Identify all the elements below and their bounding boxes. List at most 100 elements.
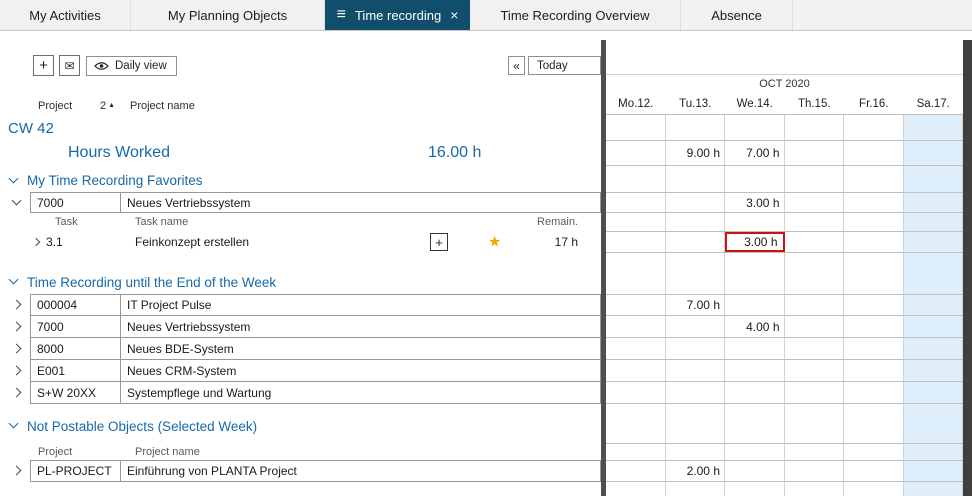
expand-row-icon[interactable] — [12, 322, 22, 332]
day-cell[interactable] — [844, 141, 904, 165]
day-cell[interactable] — [844, 232, 904, 252]
day-cell[interactable] — [606, 461, 666, 481]
day-cell[interactable] — [606, 382, 666, 403]
menu-icon[interactable]: ≡ — [337, 7, 346, 23]
day-cell[interactable] — [606, 193, 666, 212]
day-cell[interactable] — [844, 193, 904, 212]
day-cell[interactable] — [904, 193, 964, 212]
day-cell[interactable] — [785, 338, 845, 359]
task-id[interactable]: 3.1 — [46, 231, 63, 253]
previous-week-button[interactable]: « — [508, 56, 525, 75]
project-name-cell[interactable]: Neues Vertriebssystem — [121, 316, 601, 338]
day-cell[interactable] — [785, 141, 845, 165]
add-button[interactable]: + — [33, 55, 54, 76]
day-cell[interactable] — [666, 193, 726, 212]
daily-view-button[interactable]: Daily view — [86, 56, 177, 76]
tab-time-recording[interactable]: ≡ Time recording × — [325, 0, 470, 30]
task-name[interactable]: Feinkonzept erstellen — [135, 231, 249, 253]
day-cell[interactable] — [606, 141, 666, 165]
day-cell[interactable] — [904, 461, 964, 481]
project-name-cell[interactable]: IT Project Pulse — [121, 294, 601, 316]
project-id-cell[interactable]: 8000 — [30, 338, 121, 360]
project-name-cell[interactable]: Systempflege und Wartung — [121, 382, 601, 404]
project-id-cell[interactable]: 7000 — [30, 316, 121, 338]
day-cell[interactable] — [844, 461, 904, 481]
day-cell[interactable] — [785, 316, 845, 337]
day-cell[interactable] — [725, 360, 785, 381]
day-cell[interactable] — [785, 382, 845, 403]
day-cell[interactable] — [785, 232, 845, 252]
project-id-cell[interactable]: PL-PROJECT — [30, 460, 121, 482]
add-entry-button[interactable]: + — [430, 233, 448, 251]
day-cell[interactable] — [904, 295, 964, 315]
day-cell[interactable] — [725, 382, 785, 403]
day-header[interactable]: Sa.17. — [904, 95, 964, 114]
collapse-row-icon[interactable] — [12, 195, 22, 205]
tab-absence[interactable]: Absence — [681, 0, 793, 30]
day-cell[interactable] — [606, 338, 666, 359]
collapse-section-icon[interactable] — [9, 419, 19, 429]
day-cell[interactable] — [785, 193, 845, 212]
day-header[interactable]: Tu.13. — [666, 95, 726, 114]
project-row[interactable]: S+W 20XX Systempflege und Wartung — [0, 382, 972, 404]
day-cell[interactable]: 2.00 h — [666, 461, 726, 481]
project-row[interactable]: E001 Neues CRM-System — [0, 360, 972, 382]
close-tab-icon[interactable]: × — [450, 8, 458, 22]
day-cell[interactable] — [904, 338, 964, 359]
project-id-cell[interactable]: E001 — [30, 360, 121, 382]
day-cell[interactable] — [785, 461, 845, 481]
day-cell[interactable] — [904, 141, 964, 165]
expand-row-icon[interactable] — [12, 366, 22, 376]
day-cell[interactable] — [904, 360, 964, 381]
day-cell[interactable] — [666, 382, 726, 403]
day-cell[interactable] — [844, 360, 904, 381]
day-header[interactable]: We.14. — [725, 95, 785, 114]
project-id-cell[interactable]: S+W 20XX — [30, 382, 121, 404]
day-cell[interactable]: 7.00 h — [725, 141, 785, 165]
day-cell[interactable] — [606, 316, 666, 337]
project-row[interactable]: 7000 Neues Vertriebssystem 4.00 h — [0, 316, 972, 338]
day-cell[interactable] — [606, 232, 666, 252]
expand-row-icon[interactable] — [12, 300, 22, 310]
day-cell[interactable] — [904, 382, 964, 403]
project-name-cell[interactable]: Neues Vertriebssystem — [121, 192, 601, 213]
day-cell[interactable] — [904, 232, 964, 252]
project-id-cell[interactable]: 7000 — [30, 192, 121, 213]
day-header[interactable]: Fr.16. — [844, 95, 904, 114]
day-cell[interactable] — [725, 461, 785, 481]
collapse-section-icon[interactable] — [9, 173, 19, 183]
project-name-cell[interactable]: Neues BDE-System — [121, 338, 601, 360]
mail-button[interactable]: ✉ — [59, 55, 80, 76]
task-row[interactable]: 3.1 Feinkonzept erstellen + ★ 17 h 3.00 … — [0, 231, 972, 253]
project-id-cell[interactable]: 000004 — [30, 294, 121, 316]
expand-row-icon[interactable] — [12, 388, 22, 398]
day-header[interactable]: Mo.12. — [606, 95, 666, 114]
day-cell[interactable] — [785, 360, 845, 381]
favorite-star-icon[interactable]: ★ — [488, 235, 501, 250]
highlighted-day-cell[interactable]: 3.00 h — [725, 232, 785, 252]
sort-indicator[interactable]: 2▲ — [100, 97, 115, 115]
project-name-cell[interactable]: Einführung von PLANTA Project — [121, 460, 601, 482]
day-cell[interactable]: 7.00 h — [666, 295, 726, 315]
day-cell[interactable] — [844, 382, 904, 403]
project-row[interactable]: 7000 Neues Vertriebssystem 3.00 h — [0, 192, 972, 213]
day-cell[interactable] — [844, 316, 904, 337]
project-row[interactable]: 8000 Neues BDE-System — [0, 338, 972, 360]
day-cell[interactable]: 3.00 h — [725, 193, 785, 212]
day-cell[interactable]: 9.00 h — [666, 141, 726, 165]
project-name-cell[interactable]: Neues CRM-System — [121, 360, 601, 382]
day-cell[interactable] — [606, 295, 666, 315]
expand-row-icon[interactable] — [12, 466, 22, 476]
day-cell[interactable] — [844, 295, 904, 315]
day-cell[interactable] — [904, 316, 964, 337]
day-cell[interactable] — [666, 360, 726, 381]
day-cell[interactable] — [666, 232, 726, 252]
project-row[interactable]: 000004 IT Project Pulse 7.00 h — [0, 294, 972, 316]
day-cell[interactable] — [844, 338, 904, 359]
day-cell[interactable] — [725, 295, 785, 315]
tab-my-activities[interactable]: My Activities — [0, 0, 131, 30]
expand-task-icon[interactable] — [32, 238, 40, 246]
day-cell[interactable]: 4.00 h — [725, 316, 785, 337]
day-cell[interactable] — [606, 360, 666, 381]
column-header-project[interactable]: Project — [38, 97, 72, 115]
